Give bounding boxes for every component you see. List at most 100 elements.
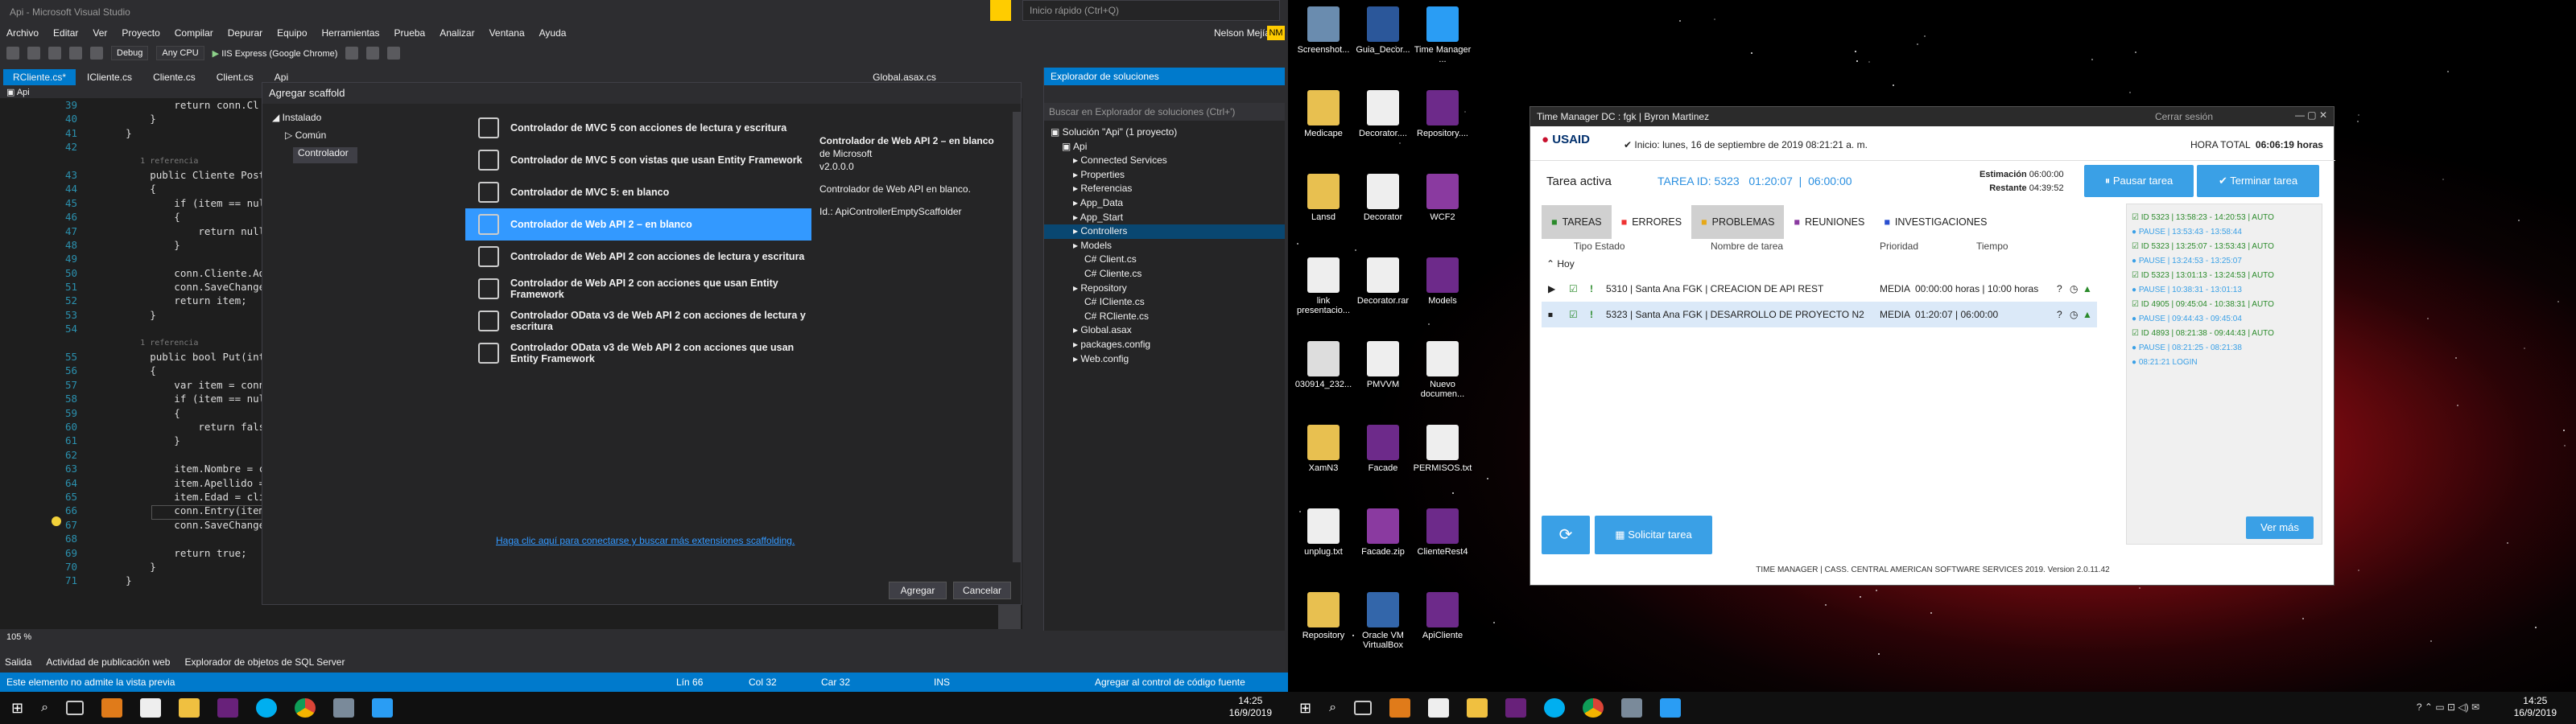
document-tab[interactable]: Client.cs	[207, 69, 263, 85]
document-tab[interactable]: RCliente.cs*	[3, 69, 76, 85]
time-manager-icon[interactable]	[372, 698, 394, 718]
solution-node[interactable]: C# RCliente.cs	[1044, 310, 1285, 324]
scaffold-item[interactable]: Controlador OData v3 de Web API 2 con ac…	[465, 305, 811, 337]
solution-node[interactable]: ▸ Models	[1044, 239, 1285, 253]
desktop-icon[interactable]: PMVVM	[1351, 341, 1415, 389]
forward-icon[interactable]	[27, 47, 40, 60]
desktop-icon[interactable]: Decorator....	[1351, 90, 1415, 138]
document-tab[interactable]: ICliente.cs	[77, 69, 142, 85]
tm-tab-0[interactable]: ■ TAREAS	[1542, 205, 1612, 239]
desktop-icon[interactable]: Guia_Decor...	[1351, 6, 1415, 55]
visual-studio-icon[interactable]	[217, 698, 239, 718]
visual-studio-icon-2[interactable]	[1505, 698, 1527, 718]
desktop-icon[interactable]: PERMISOS.txt	[1410, 425, 1475, 473]
app-icon[interactable]	[101, 698, 123, 718]
quick-launch-input[interactable]: Inicio rápido (Ctrl+Q)	[1022, 0, 1280, 21]
chrome-icon[interactable]	[295, 698, 316, 718]
solution-node[interactable]: ▸ Connected Services	[1044, 154, 1285, 168]
menu-item-10[interactable]: Ventana	[489, 27, 525, 39]
mail-icon-2[interactable]	[1428, 698, 1450, 718]
user-avatar[interactable]: NM	[1267, 26, 1285, 40]
desktop-icon[interactable]: Oracle VM VirtualBox	[1351, 592, 1415, 650]
menu-item-5[interactable]: Depurar	[228, 27, 262, 39]
app-icon-2[interactable]	[333, 698, 355, 718]
tm-tab-1[interactable]: ■ ERRORES	[1611, 205, 1692, 239]
desktop-icon[interactable]: Facade	[1351, 425, 1415, 473]
document-tab[interactable]: Cliente.cs	[143, 69, 205, 85]
desktop-icon[interactable]: Models	[1410, 257, 1475, 306]
scaffold-item[interactable]: Controlador de MVC 5: en blanco	[465, 176, 811, 208]
platform-select[interactable]: Any CPU	[156, 46, 204, 60]
menu-item-4[interactable]: Compilar	[175, 27, 213, 39]
desktop-icon[interactable]: ClienteRest4	[1410, 508, 1475, 557]
clock-icon[interactable]: ◷	[2070, 283, 2078, 294]
tree-installed[interactable]: ◢ Instalado	[267, 112, 444, 130]
help-icon[interactable]: ?	[2057, 309, 2062, 320]
solution-node[interactable]: ▸ Web.config	[1044, 352, 1285, 367]
clock-left[interactable]: 14:25 16/9/2019	[1229, 695, 1272, 719]
desktop-icon[interactable]: Time Manager ...	[1410, 6, 1475, 64]
warning-icon[interactable]: ▲	[2083, 309, 2092, 320]
group-today[interactable]: ⌃ Hoy	[1546, 258, 1575, 269]
user-name[interactable]: Nelson Mejía	[1214, 27, 1270, 39]
desktop-icon[interactable]: Screenshot...	[1291, 6, 1356, 55]
view-more-button[interactable]: Ver más	[2246, 516, 2314, 539]
desktop-icon[interactable]: Lansd	[1291, 174, 1356, 222]
solution-node[interactable]: ▸ Repository	[1044, 282, 1285, 296]
menu-item-8[interactable]: Prueba	[394, 27, 426, 39]
skype-icon[interactable]	[256, 698, 278, 718]
bottom-tab[interactable]: Actividad de publicación web	[46, 656, 170, 668]
desktop-icon[interactable]: Decorator	[1351, 174, 1415, 222]
bookmark-icon[interactable]	[366, 47, 380, 60]
config-select[interactable]: Debug	[111, 46, 149, 60]
desktop-icon[interactable]: Decorator.rar	[1351, 257, 1415, 306]
tm-window-controls[interactable]: — ▢ ✕	[2295, 109, 2327, 121]
solution-node[interactable]: ▸ App_Start	[1044, 211, 1285, 225]
store-icon[interactable]	[179, 698, 200, 718]
close-session-link[interactable]: Cerrar sesión	[2155, 111, 2213, 122]
solution-node[interactable]: C# Client.cs	[1044, 253, 1285, 267]
clock-icon[interactable]: ◷	[2070, 309, 2078, 320]
desktop-icon[interactable]: XamN3	[1291, 425, 1356, 473]
solution-node[interactable]: ▸ Properties	[1044, 168, 1285, 183]
scaffold-item[interactable]: Controlador OData v3 de Web API 2 con ac…	[465, 337, 811, 369]
tree-item-controlador[interactable]: Controlador	[293, 147, 357, 163]
windows-start-icon-2[interactable]: ⊞	[1299, 700, 1311, 717]
app-icon-4[interactable]	[1621, 698, 1643, 718]
desktop-icon[interactable]: Medicape	[1291, 90, 1356, 138]
windows-start-icon[interactable]: ⊞	[11, 700, 23, 717]
system-tray-icons[interactable]: ? ⌃ ▭ ⊡ ◁) ✉	[2417, 701, 2479, 713]
menu-item-11[interactable]: Ayuda	[539, 27, 567, 39]
menu-item-0[interactable]: Archivo	[6, 27, 39, 39]
mail-icon[interactable]	[140, 698, 162, 718]
solution-node[interactable]: ▣ Api	[1044, 140, 1285, 154]
search-icon-2[interactable]: ⌕	[1329, 701, 1336, 715]
task-view-icon-2[interactable]	[1354, 701, 1373, 715]
desktop-icon[interactable]: Facade.zip	[1351, 508, 1415, 557]
tm-tab-3[interactable]: ■ REUNIONES	[1784, 205, 1875, 239]
menu-item-1[interactable]: Editar	[53, 27, 78, 39]
scaffold-item[interactable]: Controlador de MVC 5 con vistas que usan…	[465, 144, 811, 176]
bottom-tab[interactable]: Salida	[5, 656, 31, 668]
desktop-icon[interactable]: WCF2	[1410, 174, 1475, 222]
more-scaffolders-link[interactable]: Haga clic aquí para conectarse y buscar …	[496, 535, 795, 546]
desktop-icon[interactable]: unplug.txt	[1291, 508, 1356, 557]
task-row[interactable]: ▶ ☑! 5310 | Santa Ana FGK | CREACION DE AP…	[1542, 276, 2097, 302]
chrome-icon-2[interactable]	[1583, 698, 1604, 718]
solution-node[interactable]: ▸ packages.config	[1044, 338, 1285, 352]
scaffold-item[interactable]: Controlador de Web API 2 con acciones qu…	[465, 273, 811, 305]
lightbulb-icon[interactable]	[52, 516, 61, 526]
solution-node[interactable]: C# ICliente.cs	[1044, 295, 1285, 310]
menu-item-3[interactable]: Proyecto	[122, 27, 159, 39]
task-row[interactable]: ⏹ ☑! 5323 | Santa Ana FGK | DESARROLLO DE …	[1542, 302, 2097, 327]
desktop-icon[interactable]: Nuevo documen...	[1410, 341, 1475, 399]
bottom-tab[interactable]: Explorador de objetos de SQL Server	[184, 656, 345, 668]
solution-toolbar[interactable]	[1044, 85, 1285, 103]
menu-item-2[interactable]: Ver	[93, 27, 107, 39]
back-icon[interactable]	[6, 47, 19, 60]
menu-item-9[interactable]: Analizar	[440, 27, 474, 39]
desktop-icon[interactable]: 030914_232...	[1291, 341, 1356, 389]
solution-search-input[interactable]: Buscar en Explorador de soluciones (Ctrl…	[1044, 103, 1285, 121]
notification-flag-icon[interactable]	[990, 0, 1011, 21]
solution-node[interactable]: C# Cliente.cs	[1044, 267, 1285, 282]
